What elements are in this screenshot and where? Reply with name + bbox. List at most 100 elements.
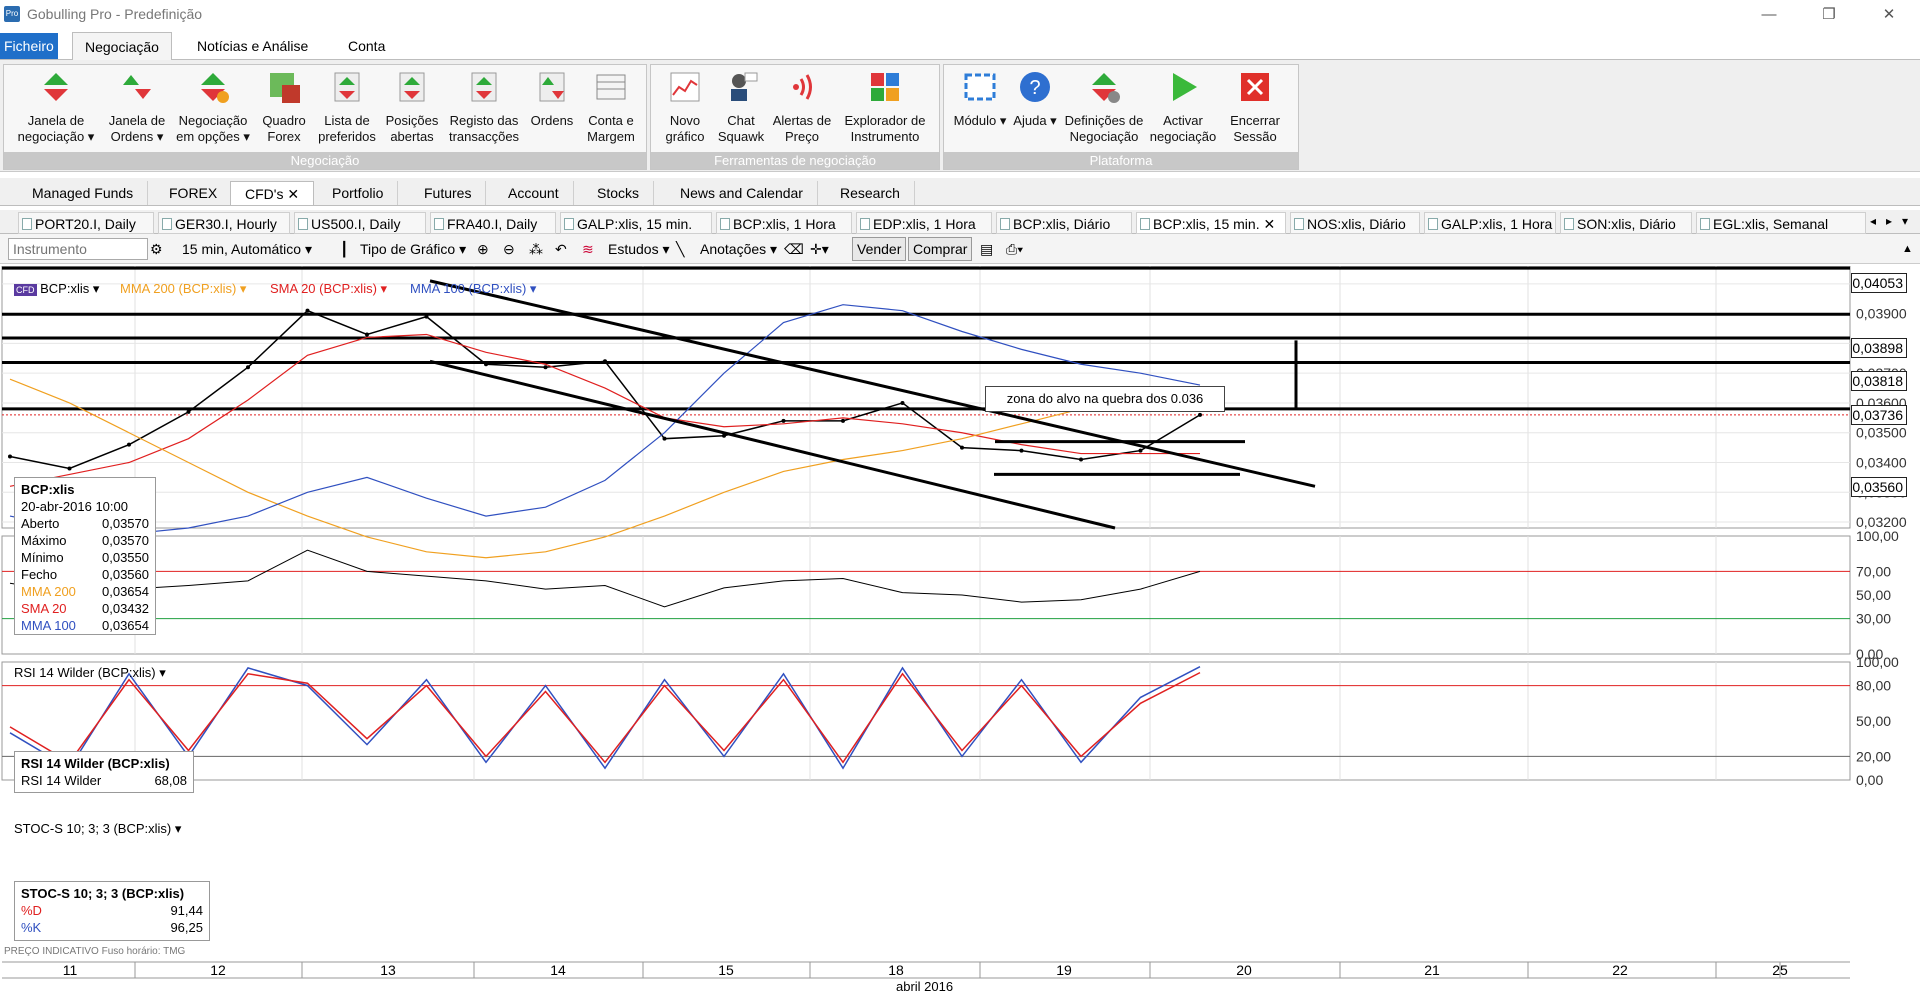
menu-tab-negociacao[interactable]: Negociação [72,32,172,61]
chart-type-select[interactable]: Tipo de Gráfico ▾ [360,239,466,259]
chart-tab[interactable]: GALP:xlis, 1 Hora [1424,212,1556,234]
ribbon-button-label: Posições abertas [385,113,439,144]
options-trading-button[interactable]: Negociação em opções ▾ [174,69,252,145]
x-tick-label: 22 [1612,962,1628,978]
tab-news-calendar[interactable]: News and Calendar [666,181,818,205]
menu-tab-noticias[interactable]: Notícias e Análise [185,32,320,60]
x-tick-label: 12 [210,962,226,978]
forex-board-button[interactable]: Quadro Forex [256,69,312,145]
studies-menu[interactable]: Estudos ▾ [608,239,670,259]
price-point [662,436,667,441]
rsi-header[interactable]: RSI 14 Wilder (BCP:xlis) ▾ [14,665,166,681]
trading-window-button[interactable]: Janela de negociação ▾ [10,69,102,145]
order-window-button[interactable]: Janela de Ordens ▾ [102,69,172,145]
toolbar-expand-icon[interactable]: ▲ [1902,239,1916,259]
rsi-line [9,549,1201,608]
chart-tab[interactable]: SON:xlis, Diário [1560,212,1692,234]
buy-button[interactable]: Comprar [908,237,973,261]
help-button[interactable]: ? Ajuda ▾ [1010,69,1060,129]
tab-managed-funds[interactable]: Managed Funds [18,181,149,205]
chat-squawk-button[interactable]: Chat Squawk [715,69,767,145]
chart-tab[interactable]: EGL:xlis, Semanal [1696,212,1866,234]
annotations-menu[interactable]: Anotações ▾ [700,239,777,259]
module-button[interactable]: Módulo ▾ [952,69,1008,129]
chart-tab[interactable]: PORT20.I, Daily [18,212,154,234]
tab-stocks[interactable]: Stocks [583,181,655,205]
menu-file[interactable]: Ficheiro [0,33,58,59]
annotation-text-box[interactable]: zona do alvo na quebra dos 0.036 [985,386,1225,412]
ribbon-button-label: Lista de preferidos [318,113,376,144]
stoc-header[interactable]: STOC-S 10; 3; 3 (BCP:xlis) ▾ [14,821,181,837]
tab-portfolio[interactable]: Portfolio [318,181,399,205]
sell-button[interactable]: Vender [852,237,907,261]
open-positions-icon [399,72,425,102]
instrument-explorer-button[interactable]: Explorador de Instrumento [837,69,933,145]
network-icon[interactable]: ⁂ [529,239,547,259]
orders-icon [539,72,565,102]
account-margin-button[interactable]: Conta e Margem [580,69,642,145]
tab-list-icon[interactable]: ▾ [1902,214,1908,228]
legend-row: SMA 20 0,03432 [21,601,149,616]
tab-account[interactable]: Account [494,181,574,205]
zoom-out-icon[interactable]: ⊖ [503,239,521,259]
print-icon[interactable]: ⎙▾ [1006,239,1036,259]
tab-scroll-right-icon[interactable]: ▸ [1886,214,1892,228]
chart-tab[interactable]: GER30.I, Hourly [158,212,290,234]
restore-button[interactable]: ❐ [1806,0,1852,29]
studies-icon[interactable]: ≋ [582,239,602,259]
new-chart-button[interactable]: Novo gráfico [657,69,713,145]
mma200-label[interactable]: MMA 200 (BCP:xlis) ▾ [120,281,246,297]
undo-icon[interactable]: ↶ [555,239,573,259]
chart-tab[interactable]: US500.I, Daily [294,212,426,234]
transactions-log-button[interactable]: Registo das transacções [444,69,524,145]
tab-forex[interactable]: FOREX [155,181,233,205]
zoom-in-icon[interactable]: ⊕ [477,239,495,259]
eraser-icon[interactable]: ⌫ [784,239,804,259]
close-button[interactable]: ✕ [1866,0,1912,29]
chart-tab[interactable]: EDP:xlis, 1 Hora [856,212,992,234]
chart-tab-icon [1140,218,1150,230]
stoc-y-label: 50,00 [1856,713,1891,729]
chart-tab[interactable]: NOS:xlis, Diário [1290,212,1420,234]
ribbon-group-negociacao: Janela de negociação ▾ Janela de Ordens … [3,64,647,170]
x-tick-label: 20 [1236,962,1252,978]
trading-settings-icon [1092,73,1120,103]
price-alerts-button[interactable]: Alertas de Preço [769,69,835,145]
stoc-legend-title: STOC-S 10; 3; 3 (BCP:xlis) [21,886,185,901]
close-session-button[interactable]: Encerrar Sessão [1220,69,1290,145]
instrument-search-input[interactable] [8,238,148,260]
interval-select[interactable]: 15 min, Automático ▾ [182,239,312,259]
menu-tab-conta[interactable]: Conta [336,32,397,60]
chart-tab[interactable]: BCP:xlis, Diário [996,212,1132,234]
activate-trading-button[interactable]: Activar negociação [1148,69,1218,145]
legend-row: Máximo 0,03570 [21,533,149,548]
tab-research[interactable]: Research [826,181,915,205]
chart-settings-icon[interactable]: ⚙ [150,239,170,259]
chart-tab[interactable]: BCP:xlis, 1 Hora [716,212,852,234]
main-symbol-label[interactable]: BCP:xlis ▾ [40,281,99,296]
crosshair-icon[interactable]: ✛▾ [810,239,838,259]
chart-tab[interactable]: FRA40.I, Daily [430,212,556,234]
minimize-button[interactable]: — [1746,0,1792,29]
open-positions-button[interactable]: Posições abertas [382,69,442,145]
chart-image-icon[interactable]: ▤ [980,239,1000,259]
current-price-box: 0,03560 [1851,477,1907,497]
price-level-box: 0,03736 [1851,405,1907,425]
tab-scroll-left-icon[interactable]: ◂ [1870,214,1876,228]
tab-cfds[interactable]: CFD's ✕ [230,181,315,205]
chart-tab-label: EGL:xlis, Semanal [1713,216,1829,232]
chart-area[interactable]: 0,040000,039000,038000,037000,036000,035… [0,266,1920,1001]
tab-futures[interactable]: Futures [410,181,487,205]
chart-tab-active[interactable]: BCP:xlis, 15 min. ✕ [1136,212,1286,234]
orders-button[interactable]: Ordens [526,69,578,129]
trading-settings-button[interactable]: Definições de Negociação [1062,69,1146,145]
pen-icon[interactable]: ╲ [676,239,696,259]
chart-tab-label: BCP:xlis, 1 Hora [733,216,836,232]
chart-tab[interactable]: GALP:xlis, 15 min. [560,212,712,234]
mma100-label[interactable]: MMA 100 (BCP:xlis) ▾ [410,281,536,297]
workspace-tab-bar: Managed Funds FOREX CFD's ✕ Portfolio Fu… [0,178,1920,206]
favorites-list-button[interactable]: Lista de preferidos [314,69,380,145]
ribbon-button-label: Ordens [530,113,574,128]
sma20-label[interactable]: SMA 20 (BCP:xlis) ▾ [270,281,387,297]
rsi-panel: 100,0070,0050,0030,000,00 [2,528,1899,662]
